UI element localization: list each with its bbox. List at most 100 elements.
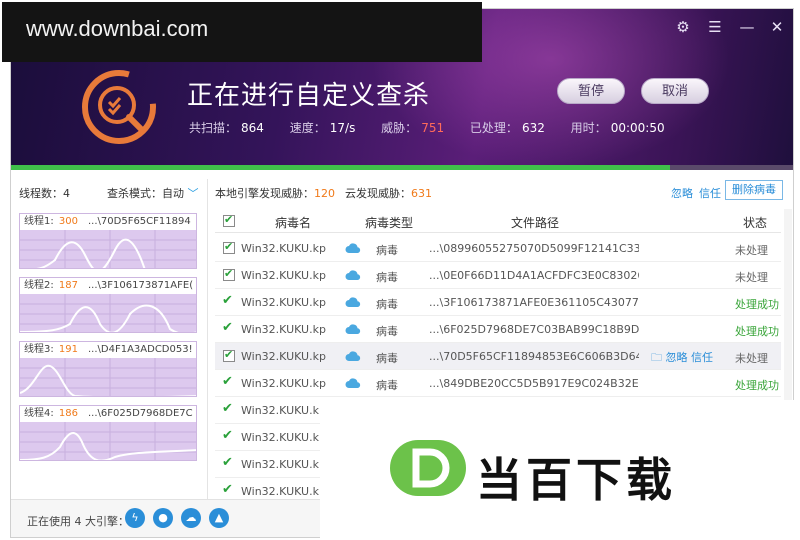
check-icon: ✔	[222, 482, 233, 497]
row-actions: 🗀 忽略 信任	[651, 349, 713, 368]
thread-count: 191	[55, 344, 78, 355]
col-name: 病毒名	[275, 216, 312, 230]
scan-progress-fill	[11, 165, 670, 170]
gear-icon[interactable]: ⚙	[673, 17, 693, 37]
virus-name: Win32.KUKU.kp	[241, 431, 326, 444]
cloud-icon[interactable]: ☁	[181, 508, 201, 528]
check-icon: ✔	[222, 293, 233, 308]
mode-value: 自动	[162, 187, 184, 200]
cloud-threats: 云发现威胁：631	[345, 185, 432, 201]
shield-icon[interactable]: ▲	[209, 508, 229, 528]
table-row[interactable]: ✔ Win32.KUKU.kp 病毒 ...\3F106173871AFE0E3611…	[215, 289, 781, 316]
thread-label: 线程1: 300 ...\70D5F65CF11894	[20, 214, 196, 230]
scan-logo-icon	[82, 70, 156, 144]
file-path: ...\849DBE20CC5D5B917E9C024B32E83DE	[429, 377, 639, 390]
bolt-icon[interactable]: ϟ	[125, 508, 145, 528]
table-scrollbar[interactable]	[784, 209, 792, 409]
virus-type: 病毒	[376, 325, 398, 338]
virus-name: Win32.KUKU.kp	[241, 458, 326, 471]
delete-virus-button[interactable]: 删除病毒	[725, 180, 783, 200]
threads-label: 线程数：	[19, 187, 63, 200]
thread-label: 线程4: 186 ...\6F025D7968DE7C	[20, 406, 196, 422]
table-row[interactable]: Win32.KUKU.kp 病毒 ...\0E0F66D11D4A1ACFDFC3E…	[215, 262, 781, 289]
chevron-down-icon: ﹀	[187, 187, 199, 200]
folder-icon[interactable]: 🗀	[651, 351, 662, 364]
threat-table-header: ✔ 病毒名 病毒类型 文件路径 状态	[215, 209, 781, 233]
virus-name: Win32.KUKU.kp	[241, 323, 326, 336]
page-title: 正在进行自定义查杀	[187, 81, 431, 111]
thread-name: 线程2:	[24, 280, 54, 291]
cloud-icon	[345, 378, 361, 389]
thread-count: 300	[55, 216, 78, 227]
threads-value: 4	[63, 187, 70, 200]
ignore-all-link[interactable]: 忽略	[671, 185, 693, 201]
thread-path: ...\6F025D7968DE7C	[88, 408, 193, 419]
table-row[interactable]: ✔ Win32.KUKU.kp 病毒 ...\849DBE20CC5D5B917E9C…	[215, 370, 781, 397]
thread-label: 线程3: 191 ...\D4F1A3ADCD053!	[20, 342, 196, 358]
thread-path: ...\70D5F65CF11894	[88, 216, 191, 227]
check-icon: ✔	[222, 428, 233, 443]
speed-label: 速度：	[289, 121, 326, 135]
close-icon[interactable]: ✕	[767, 17, 787, 37]
menu-icon[interactable]: ☰	[705, 17, 725, 37]
user-icon[interactable]: ●	[153, 508, 173, 528]
virus-name: Win32.KUKU.kp	[241, 296, 326, 309]
cloud-icon	[345, 297, 361, 308]
col-status: 状态	[743, 216, 768, 230]
ignore-link[interactable]: 忽略	[666, 351, 688, 364]
trust-all-link[interactable]: 信任	[699, 185, 721, 201]
select-all-checkbox[interactable]: ✔	[223, 213, 235, 227]
row-checkbox[interactable]	[223, 240, 235, 254]
cancel-button[interactable]: 取消	[641, 78, 709, 104]
virus-name: Win32.KUKU.kp	[241, 242, 326, 255]
thread-label: 线程2: 187 ...\3F106173871AFE(	[20, 278, 196, 294]
thread-monitor: 线程2: 187 ...\3F106173871AFE(	[19, 277, 197, 333]
scanned-label: 共扫描：	[189, 121, 238, 135]
panel-divider	[207, 179, 208, 501]
scan-progress-bar	[11, 165, 793, 170]
thread-path: ...\D4F1A3ADCD053!	[88, 344, 193, 355]
thread-monitor: 线程4: 186 ...\6F025D7968DE7C	[19, 405, 197, 461]
watermark-brand: 当百下载	[476, 453, 676, 507]
trust-link[interactable]: 信任	[691, 351, 713, 364]
virus-name: Win32.KUKU.kp	[241, 485, 326, 498]
thread-count: 187	[55, 280, 78, 291]
time-label: 用时：	[570, 121, 607, 135]
file-path: ...\6F025D7968DE7C03BAB99C18B9D228E	[429, 323, 639, 336]
virus-name: Win32.KUKU.kp	[241, 350, 326, 363]
status-text: 处理成功	[735, 379, 779, 392]
row-checkbox[interactable]	[223, 348, 235, 362]
scanned-value: 864	[241, 121, 264, 135]
cloud-icon	[345, 243, 361, 254]
col-type: 病毒类型	[365, 216, 414, 230]
table-row[interactable]: Win32.KUKU.kp 病毒 ...\08996055275070D5099F1…	[215, 235, 781, 262]
virus-type: 病毒	[376, 271, 398, 284]
virus-type: 病毒	[376, 244, 398, 257]
virus-type: 病毒	[376, 352, 398, 365]
row-checkbox[interactable]	[223, 267, 235, 281]
local-threats: 本地引擎发现威胁：120	[215, 185, 335, 201]
engines-label: 正在使用 4 大引擎：	[27, 515, 129, 528]
file-path: ...\3F106173871AFE0E361105C430773C47	[429, 296, 639, 309]
cloud-icon	[345, 351, 361, 362]
table-row[interactable]: ✔ Win32.KUKU.kp 病毒 ...\6F025D7968DE7C03BAB9…	[215, 316, 781, 343]
minimize-icon[interactable]: —	[737, 17, 757, 37]
thread-activity-graph	[20, 358, 196, 396]
thread-path: ...\3F106173871AFE(	[88, 280, 194, 291]
thread-activity-graph	[20, 230, 196, 268]
thread-name: 线程4:	[24, 408, 54, 419]
local-threats-label: 本地引擎发现威胁：	[215, 187, 314, 200]
thread-name: 线程1:	[24, 216, 54, 227]
table-row[interactable]: Win32.KUKU.kp 病毒 ...\70D5F65CF11894853E6C6…	[215, 343, 781, 370]
virus-type: 病毒	[376, 298, 398, 311]
watermark-d-icon	[390, 440, 466, 496]
status-text: 处理成功	[735, 325, 779, 338]
check-icon: ✔	[222, 401, 233, 416]
time-value: 00:00:50	[610, 121, 665, 135]
thread-activity-graph	[20, 422, 196, 460]
processed-label: 已处理：	[469, 121, 518, 135]
file-path: ...\0E0F66D11D4A1ACFDFC3E0C83026018	[429, 269, 639, 282]
virus-name: Win32.KUKU.kp	[241, 269, 326, 282]
pause-button[interactable]: 暂停	[557, 78, 625, 104]
scan-mode-select[interactable]: 查杀模式：自动 ﹀	[107, 185, 199, 201]
